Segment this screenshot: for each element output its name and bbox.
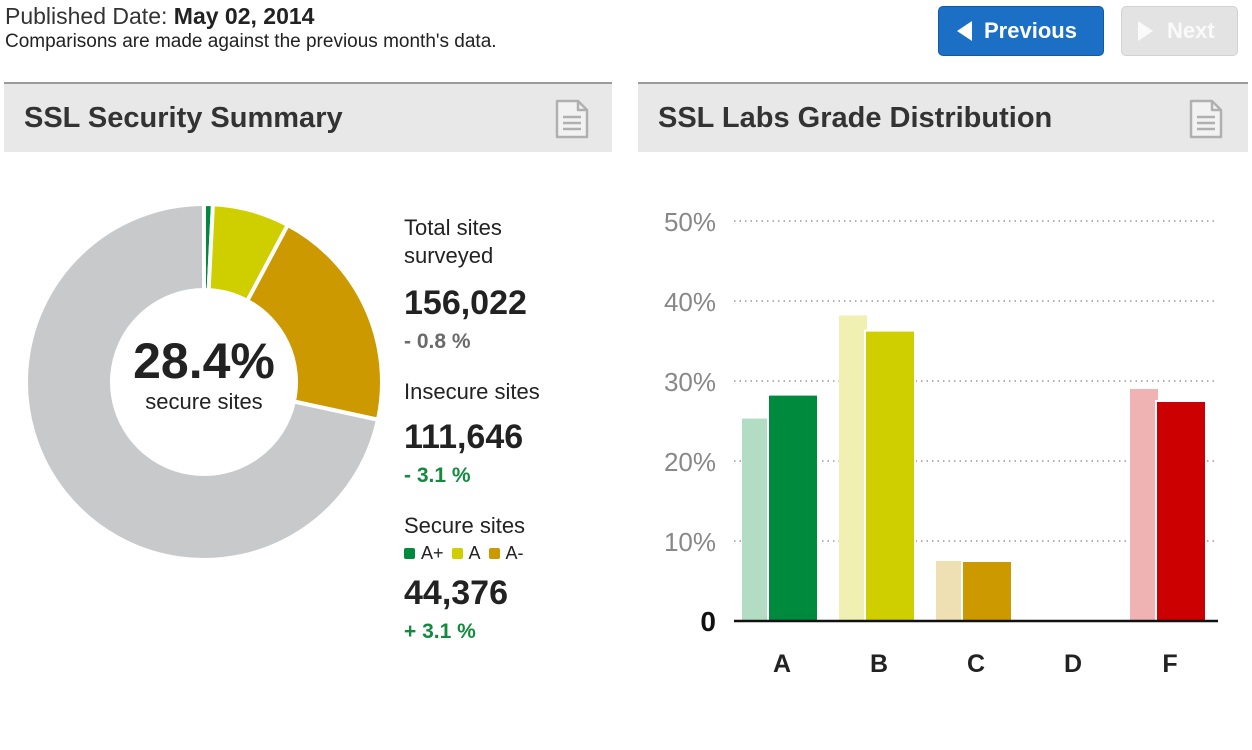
total-sites-value: 156,022 bbox=[404, 284, 527, 322]
donut-center-value: 28.4% bbox=[133, 333, 275, 389]
insecure-sites-change: - 3.1 % bbox=[404, 464, 471, 487]
next-button[interactable]: Next bbox=[1121, 6, 1238, 56]
previous-button-label: Previous bbox=[984, 18, 1077, 43]
secure-sites-label: Secure sites bbox=[404, 513, 526, 538]
summary-panel-header: SSL Security Summary bbox=[4, 82, 612, 152]
y-tick-label: 10% bbox=[664, 527, 716, 557]
x-tick-label: A bbox=[773, 650, 791, 678]
y-tick-label: 40% bbox=[664, 287, 716, 317]
x-tick-label: D bbox=[1064, 650, 1082, 678]
y-tick-label: 0 bbox=[700, 606, 716, 637]
grade-panel-header: SSL Labs Grade Distribution bbox=[638, 82, 1248, 152]
previous-button[interactable]: Previous bbox=[938, 6, 1104, 56]
y-tick-label: 50% bbox=[664, 207, 716, 237]
insecure-sites-value: 111,646 bbox=[404, 418, 524, 456]
document-icon[interactable] bbox=[1187, 98, 1225, 140]
summary-panel-title: SSL Security Summary bbox=[24, 102, 343, 134]
legend-swatch bbox=[451, 548, 463, 559]
grade-panel-title: SSL Labs Grade Distribution bbox=[658, 102, 1053, 134]
bar-previous-c bbox=[936, 561, 964, 621]
secure-sites-change: + 3.1 % bbox=[404, 620, 476, 643]
legend-swatch bbox=[404, 548, 415, 559]
document-icon[interactable] bbox=[553, 98, 591, 140]
x-tick-label: B bbox=[870, 650, 888, 678]
secure-sites-value: 44,376 bbox=[404, 574, 508, 612]
secure-grade-legend: A+ A A- bbox=[404, 543, 532, 564]
x-tick-label: C bbox=[967, 650, 985, 678]
next-button-label: Next bbox=[1167, 18, 1215, 43]
bar-previous-f bbox=[1130, 389, 1158, 621]
bar-current-a bbox=[767, 393, 819, 622]
x-tick-label: F bbox=[1162, 650, 1177, 678]
legend-label: A- bbox=[505, 543, 524, 563]
legend-item: A bbox=[451, 543, 481, 564]
bar-previous-a bbox=[742, 418, 770, 621]
published-date-line: Published Date: May 02, 2014 bbox=[5, 3, 314, 30]
insecure-sites-label: Insecure sites bbox=[404, 379, 540, 404]
total-sites-change: - 0.8 % bbox=[404, 330, 471, 353]
arrow-right-icon bbox=[1138, 21, 1153, 41]
published-date: May 02, 2014 bbox=[173, 3, 315, 29]
comparison-note: Comparisons are made against the previou… bbox=[5, 31, 497, 52]
arrow-left-icon bbox=[957, 21, 972, 41]
legend-item: A- bbox=[488, 543, 524, 564]
bar-current-b bbox=[864, 329, 916, 622]
legend-label: A bbox=[468, 543, 481, 563]
bar-current-c bbox=[961, 560, 1013, 622]
grade-distribution-chart: 0 10% 20% 30% 40% 50% A B C D F bbox=[664, 207, 1218, 678]
legend-swatch bbox=[488, 548, 500, 559]
total-sites-label: Total sites surveyed bbox=[404, 215, 502, 268]
bar-previous-b bbox=[839, 315, 867, 621]
bar-current-f bbox=[1155, 400, 1207, 622]
legend-item: A+ bbox=[404, 543, 444, 564]
donut-center-label: secure sites bbox=[145, 389, 263, 414]
y-tick-label: 30% bbox=[664, 367, 716, 397]
y-tick-label: 20% bbox=[664, 447, 716, 477]
published-label: Published Date: bbox=[5, 3, 168, 29]
legend-label: A+ bbox=[421, 543, 444, 563]
